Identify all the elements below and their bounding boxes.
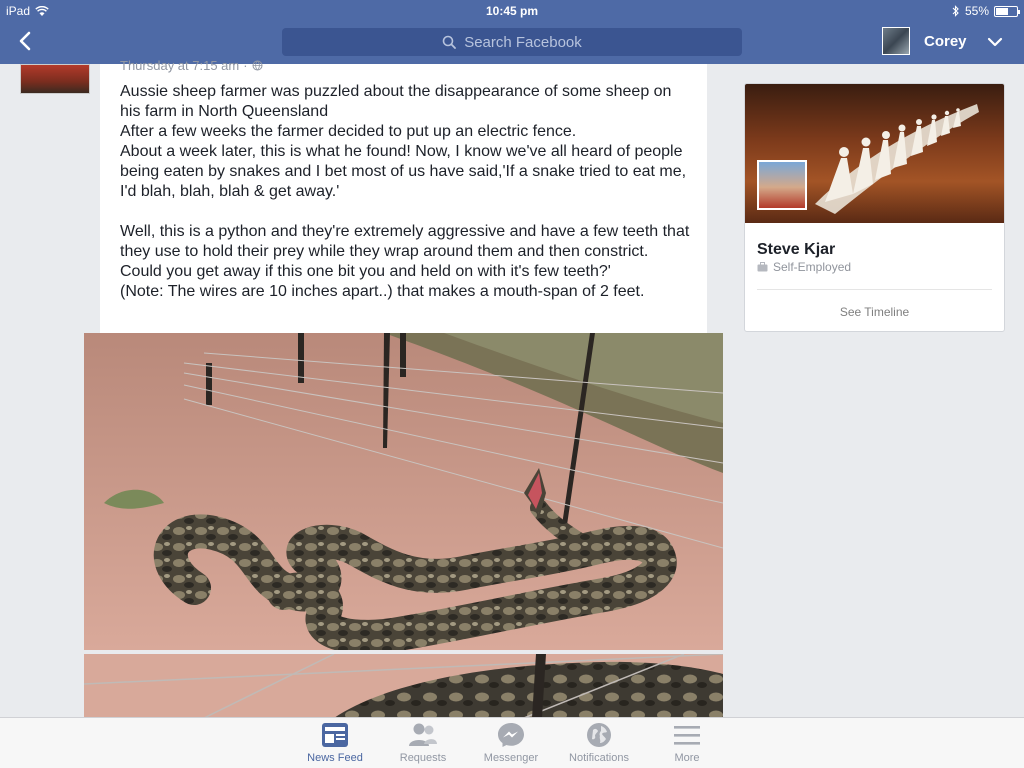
post-line: Well, this is a python and they're extre… <box>120 223 690 260</box>
divider <box>757 289 992 290</box>
tab-label: Requests <box>399 752 447 764</box>
tab-news-feed[interactable]: News Feed <box>300 722 370 764</box>
tab-label: News Feed <box>307 752 363 764</box>
photo-python-fence <box>84 333 723 650</box>
status-bar: iPad 10:45 pm 55% <box>0 0 1024 20</box>
notifications-icon <box>587 723 611 747</box>
profile-card: Steve Kjar Self-Employed See Timeline <box>744 83 1005 332</box>
messenger-icon <box>498 723 524 747</box>
post-line: (Note: The wires are 10 inches apart..) … <box>120 283 645 300</box>
profile-work-label: Self-Employed <box>773 260 852 274</box>
chevron-down-icon[interactable] <box>984 31 1006 53</box>
post-line: About a week later, this is what he foun… <box>120 143 687 200</box>
tab-bar: News Feed Requests Messenger Notificatio… <box>0 717 1024 768</box>
briefcase-icon <box>757 262 768 272</box>
news-feed-icon <box>322 723 348 747</box>
tab-notifications[interactable]: Notifications <box>564 722 634 764</box>
search-icon <box>442 35 457 49</box>
search-input[interactable]: Search Facebook <box>282 28 742 56</box>
post-meta: Thursday at 7:15 am · <box>120 58 263 73</box>
tab-messenger[interactable]: Messenger <box>476 722 546 764</box>
search-placeholder: Search Facebook <box>464 33 582 51</box>
avatar <box>882 27 910 55</box>
post-line: Aussie sheep farmer was puzzled about th… <box>120 83 672 120</box>
more-icon <box>674 726 700 745</box>
top-bar: iPad 10:45 pm 55% Search Facebook Corey <box>0 0 1024 64</box>
post-line: Could you get away if this one bit you a… <box>120 263 611 280</box>
battery-icon <box>994 5 1020 17</box>
tab-more[interactable]: More <box>652 722 722 764</box>
tab-requests[interactable]: Requests <box>388 722 458 764</box>
photo-python-closeup <box>84 654 723 718</box>
post-photo[interactable] <box>84 333 723 650</box>
back-icon[interactable] <box>14 29 38 53</box>
profile-work: Self-Employed <box>757 260 851 274</box>
bluetooth-icon <box>952 5 959 17</box>
post-card: Thursday at 7:15 am · Aussie sheep farme… <box>100 58 707 334</box>
post-photo[interactable] <box>84 654 723 718</box>
profile-name[interactable]: Steve Kjar <box>757 241 835 259</box>
see-timeline-link[interactable]: See Timeline <box>745 305 1004 319</box>
post-author-avatar[interactable] <box>20 64 90 94</box>
battery-percent: 55% <box>964 4 989 18</box>
user-profile-link[interactable]: Corey <box>882 27 967 55</box>
tab-label: More <box>674 752 700 764</box>
tab-label: Notifications <box>569 752 629 764</box>
user-name: Corey <box>924 32 967 50</box>
clock: 10:45 pm <box>485 4 539 18</box>
profile-picture[interactable] <box>757 160 807 210</box>
tab-label: Messenger <box>483 752 539 764</box>
post-line: After a few weeks the farmer decided to … <box>120 123 577 140</box>
globe-icon <box>252 60 263 71</box>
requests-icon <box>409 723 437 746</box>
post-text: Aussie sheep farmer was puzzled about th… <box>120 82 695 302</box>
post-timestamp[interactable]: Thursday at 7:15 am <box>120 58 239 73</box>
